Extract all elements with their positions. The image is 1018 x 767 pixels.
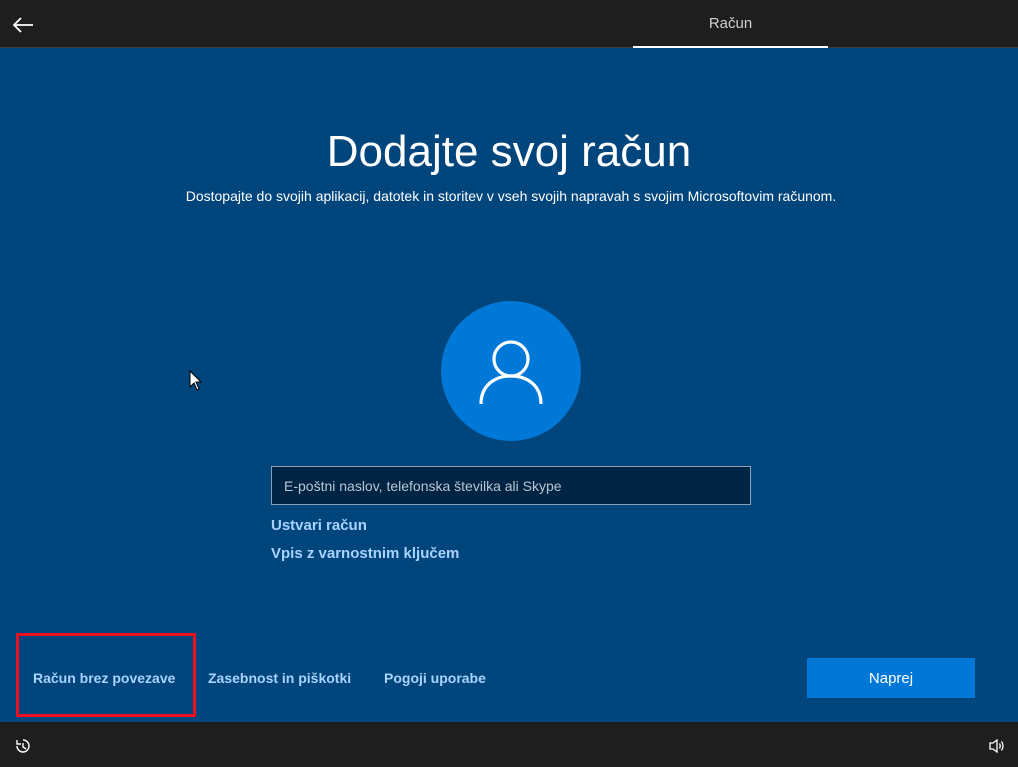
privacy-link[interactable]: Zasebnost in piškotki [208, 670, 351, 686]
top-bar: Račun [0, 0, 1018, 48]
page-subtitle: Dostopajte do svojih aplikacij, datotek … [185, 188, 837, 204]
terms-link[interactable]: Pogoji uporabe [384, 670, 486, 686]
volume-icon [989, 738, 1004, 754]
avatar [441, 301, 581, 441]
security-key-signin-link[interactable]: Vpis z varnostnim ključem [271, 545, 459, 562]
create-account-link[interactable]: Ustvari račun [271, 517, 367, 534]
email-input[interactable] [271, 466, 751, 505]
back-arrow-icon [12, 17, 33, 33]
bottom-bar [0, 722, 1018, 767]
page-title: Dodajte svoj račun [326, 127, 692, 176]
back-button[interactable] [8, 10, 38, 40]
ease-of-access-button[interactable] [12, 735, 34, 757]
tab-account: Račun [633, 0, 828, 48]
volume-button[interactable] [986, 735, 1008, 757]
main-panel: Dodajte svoj račun Dostopajte do svojih … [0, 48, 1018, 722]
ease-of-access-icon [16, 739, 30, 753]
user-icon [479, 340, 543, 405]
mouse-cursor-icon [189, 370, 203, 391]
next-button[interactable]: Naprej [807, 658, 975, 698]
offline-account-link[interactable]: Račun brez povezave [33, 670, 175, 686]
